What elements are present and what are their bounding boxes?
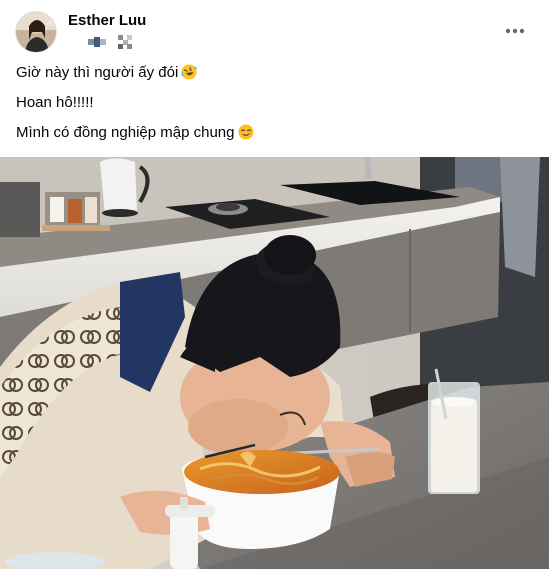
post-line-2: Hoan hô!!!!! bbox=[16, 93, 536, 113]
pixelated-audience-icon bbox=[118, 35, 132, 49]
avatar-image bbox=[16, 12, 56, 52]
pixelated-timestamp-icon bbox=[88, 37, 106, 47]
rolling-laughing-emoji-icon bbox=[181, 64, 198, 80]
post-header: Esther Luu bbox=[0, 0, 549, 58]
more-options-button[interactable] bbox=[501, 17, 529, 45]
author-avatar[interactable] bbox=[15, 11, 57, 53]
photo-image bbox=[0, 157, 549, 569]
post-photo[interactable] bbox=[0, 157, 549, 569]
post-line-3: Mình có đồng nghiệp mập chung bbox=[16, 123, 536, 143]
post-line-text: Giờ này thì người ấy đói bbox=[16, 64, 179, 81]
post-line-text: Mình có đồng nghiệp mập chung bbox=[16, 124, 235, 141]
post-text: Giờ này thì người ấy đói Hoan hô!!!!! Mì… bbox=[16, 63, 536, 153]
author-name[interactable]: Esther Luu bbox=[68, 12, 146, 29]
more-dots-icon bbox=[505, 28, 525, 34]
post-line-text: Hoan hô!!!!! bbox=[16, 94, 94, 111]
post-meta bbox=[88, 35, 148, 49]
post-line-1: Giờ này thì người ấy đói bbox=[16, 63, 536, 83]
facebook-post: Esther Luu Giờ này thì người ấy đói Hoan… bbox=[0, 0, 549, 569]
smirk-emoji-icon bbox=[238, 124, 253, 140]
